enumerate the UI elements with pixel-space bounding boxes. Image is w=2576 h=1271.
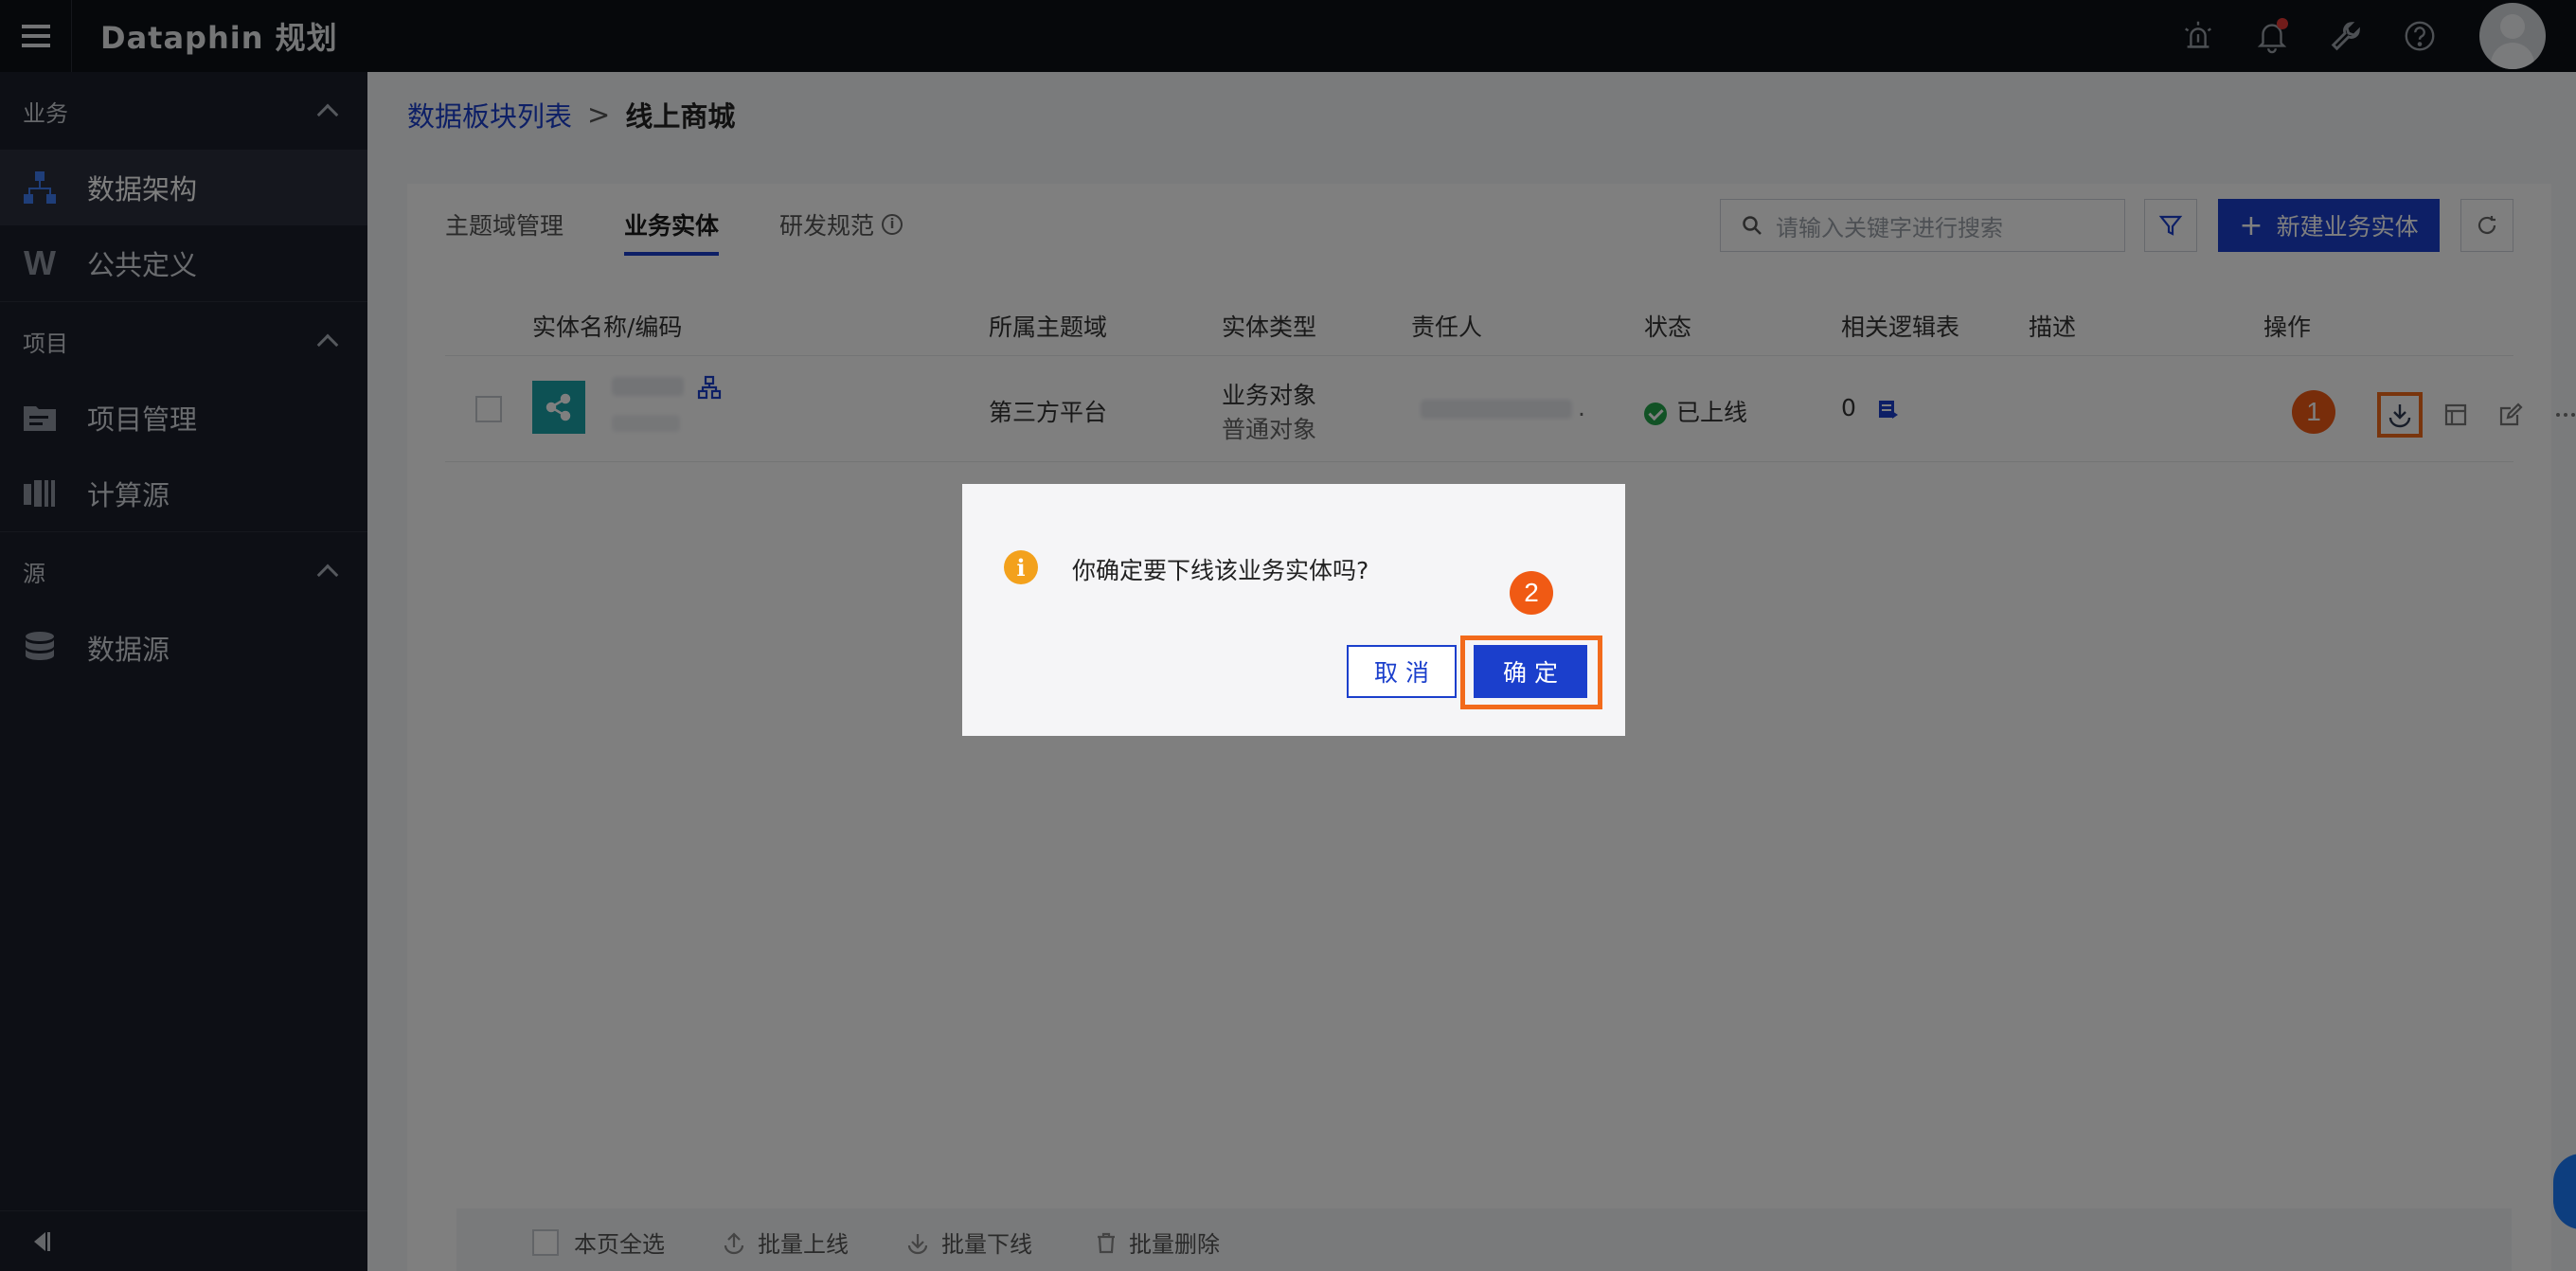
cancel-button[interactable]: 取 消 <box>1347 645 1457 698</box>
confirm-button[interactable]: 确 定 <box>1474 645 1587 698</box>
step-badge-2: 2 <box>1510 571 1553 615</box>
confirm-dialog: i 你确定要下线该业务实体吗? 2 取 消 确 定 <box>962 484 1625 736</box>
dialog-message: 你确定要下线该业务实体吗? <box>1072 557 1369 584</box>
warning-icon: i <box>1004 550 1038 584</box>
